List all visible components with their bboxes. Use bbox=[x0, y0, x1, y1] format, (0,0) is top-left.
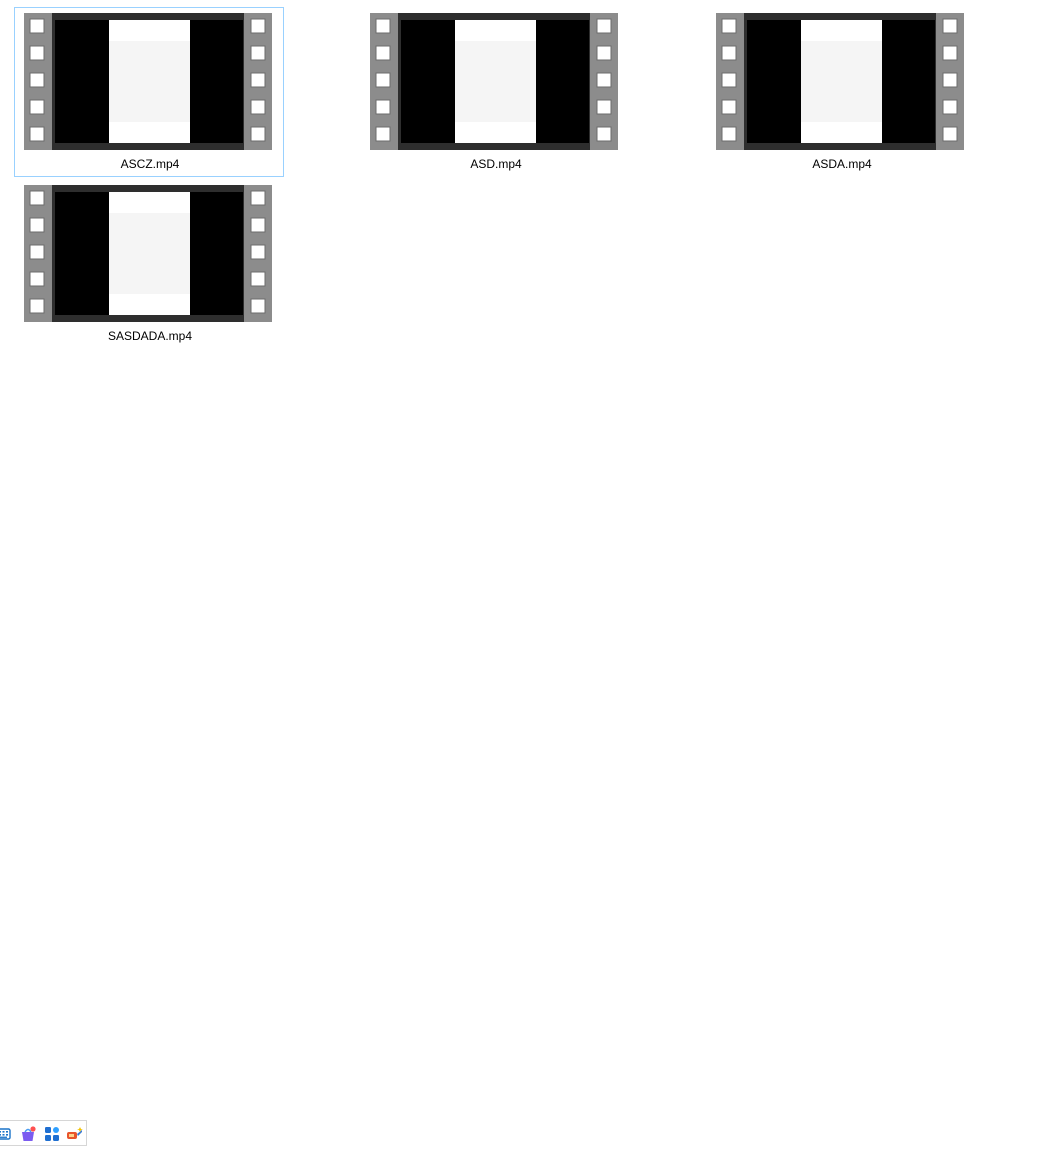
tools-icon[interactable] bbox=[66, 1126, 83, 1142]
file-name: ASCZ.mp4 bbox=[120, 157, 180, 171]
keyboard-icon[interactable] bbox=[0, 1126, 12, 1142]
app-store-icon[interactable] bbox=[20, 1126, 36, 1142]
file-name: ASD.mp4 bbox=[470, 157, 522, 171]
file-name: ASDA.mp4 bbox=[812, 157, 872, 171]
file-item-asd[interactable]: ASD.mp4 bbox=[360, 7, 630, 177]
widgets-icon[interactable] bbox=[44, 1126, 60, 1142]
taskbar-tray bbox=[0, 1120, 87, 1146]
file-explorer-view: ASCZ.mp4 ASD.mp4 ASDA.mp4 SASDADA.mp4 bbox=[0, 0, 1052, 1175]
video-file-icon bbox=[716, 13, 964, 150]
file-item-ascz[interactable]: ASCZ.mp4 bbox=[14, 7, 284, 177]
file-item-asda[interactable]: ASDA.mp4 bbox=[706, 7, 976, 177]
video-file-icon bbox=[370, 13, 618, 150]
video-file-icon bbox=[24, 13, 272, 150]
file-name: SASDADA.mp4 bbox=[107, 329, 193, 343]
video-file-icon bbox=[24, 185, 272, 322]
file-item-sasdada[interactable]: SASDADA.mp4 bbox=[14, 179, 284, 349]
